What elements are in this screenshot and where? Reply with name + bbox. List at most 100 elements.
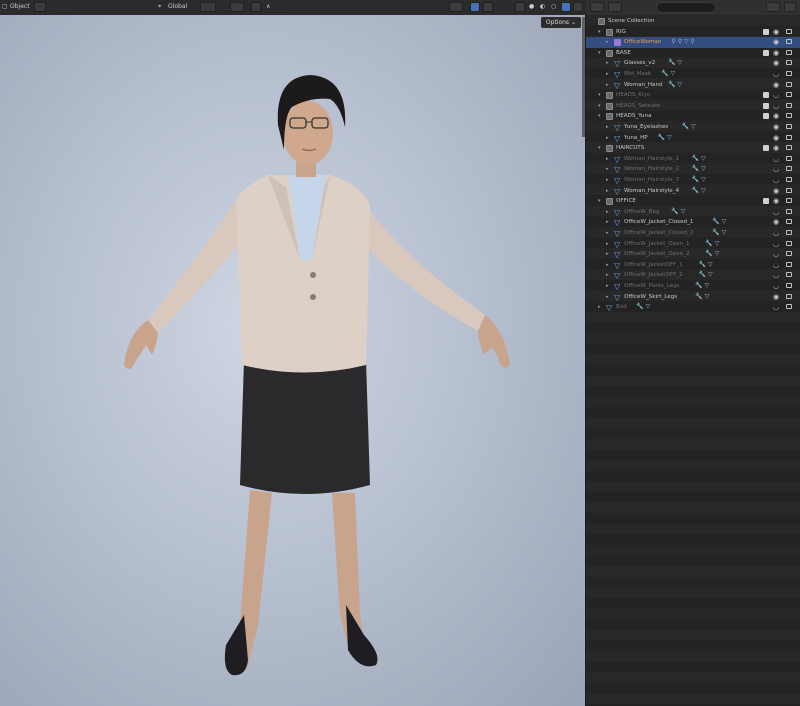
shading-rendered-button[interactable] — [561, 2, 571, 12]
eye-icon[interactable]: ◡ — [773, 69, 779, 80]
visibility-dropdown[interactable] — [449, 2, 463, 12]
camera-icon[interactable] — [786, 208, 792, 214]
eye-icon[interactable]: ◡ — [773, 239, 779, 250]
proportional-edit-icon[interactable]: ∧ — [266, 2, 270, 12]
expand-arrow-icon[interactable]: ▸ — [606, 37, 609, 48]
filter-dropdown[interactable] — [766, 2, 780, 12]
pivot-dropdown[interactable] — [200, 2, 216, 12]
outliner-row[interactable]: ▸ ▽ OfficeW_Jacket_Open_1 🔧 ▽ ◡ — [586, 239, 800, 250]
expand-arrow-icon[interactable]: ▸ — [606, 217, 609, 228]
camera-icon[interactable] — [786, 28, 792, 34]
camera-icon[interactable] — [786, 283, 792, 288]
eye-icon[interactable]: ◡ — [773, 270, 779, 281]
camera-icon[interactable] — [786, 60, 792, 66]
eye-icon[interactable]: ◉ — [773, 186, 779, 197]
snap-toggle[interactable] — [230, 2, 244, 12]
expand-arrow-icon[interactable]: ▸ — [606, 186, 609, 197]
xray-toggle[interactable] — [515, 2, 525, 12]
transform-orientation-select[interactable]: Global — [168, 2, 187, 12]
new-collection-button[interactable] — [784, 2, 796, 12]
expand-arrow-icon[interactable]: ▾ — [598, 196, 601, 207]
eye-icon[interactable]: ◉ — [773, 292, 779, 303]
outliner-row[interactable]: ▸ ▽ Woman_Hairstyle_2 🔧 ▽ ◡ — [586, 164, 800, 175]
eye-icon[interactable]: ◡ — [773, 260, 779, 271]
outliner-row[interactable]: ▾ HAIRCUTS ◉ — [586, 143, 800, 154]
eye-icon[interactable]: ◡ — [773, 175, 779, 186]
camera-icon[interactable] — [786, 261, 792, 267]
camera-icon[interactable] — [786, 134, 792, 140]
exclude-checkbox[interactable] — [763, 145, 769, 152]
eye-icon[interactable]: ◉ — [773, 37, 779, 48]
expand-arrow-icon[interactable]: ▸ — [606, 58, 609, 69]
eye-icon[interactable]: ◡ — [773, 90, 779, 101]
eye-icon[interactable]: ◡ — [773, 101, 779, 112]
expand-arrow-icon[interactable]: ▸ — [606, 270, 609, 281]
outliner-row[interactable]: ▾ BASE ◉ — [586, 48, 800, 59]
outliner-row[interactable]: ▾ HEADS_Yuna ◉ — [586, 111, 800, 122]
expand-arrow-icon[interactable]: ▸ — [606, 69, 609, 80]
outliner-row[interactable]: ▸ ▽ OfficeW_JacketOFF_2 🔧 ▽ ◡ — [586, 270, 800, 281]
eye-icon[interactable]: ◡ — [773, 249, 779, 260]
eye-icon[interactable]: ◉ — [773, 80, 779, 91]
expand-arrow-icon[interactable]: ▸ — [606, 154, 609, 165]
exclude-checkbox[interactable] — [763, 92, 769, 99]
outliner-row[interactable]: ▸ ▽ OfficeW_Bag 🔧 ▽ ◡ — [586, 207, 800, 218]
camera-icon[interactable] — [786, 251, 792, 257]
expand-arrow-icon[interactable]: ▸ — [606, 207, 609, 218]
eye-icon[interactable]: ◉ — [773, 196, 779, 207]
outliner-row[interactable]: ▾ HEADS_Kiyo ◡ — [586, 90, 800, 101]
expand-arrow-icon[interactable]: ▸ — [606, 292, 609, 303]
expand-arrow-icon[interactable]: ▸ — [606, 281, 609, 292]
camera-icon[interactable] — [786, 39, 792, 45]
eye-icon[interactable]: ◡ — [773, 154, 779, 165]
shading-options-dropdown[interactable] — [573, 2, 583, 12]
eye-icon[interactable]: ◉ — [773, 217, 779, 228]
outliner-row[interactable]: ▸ ▽ Yuna_HP 🔧 ▽ ◉ — [586, 133, 800, 144]
exclude-checkbox[interactable] — [763, 102, 769, 109]
camera-icon[interactable] — [786, 272, 792, 278]
eye-icon[interactable]: ◡ — [773, 228, 779, 239]
outliner-row[interactable]: ▸ ▽ Woman_Hand 🔧 ▽ ◉ — [586, 80, 800, 91]
camera-icon[interactable] — [786, 92, 792, 98]
expand-arrow-icon[interactable]: ▸ — [606, 122, 609, 133]
expand-arrow-icon[interactable]: ▸ — [606, 164, 609, 175]
expand-arrow-icon[interactable]: ▸ — [606, 175, 609, 186]
shading-solid-icon[interactable]: ● — [529, 2, 534, 12]
outliner-row[interactable]: ▸ OfficeWoman ⚲ ⚲ ▽ ⚲ ◉ — [586, 37, 800, 48]
outliner-row[interactable]: ▸ ▽ Woman_Hairstyle_3 🔧 ▽ ◡ — [586, 175, 800, 186]
outliner-row[interactable]: ▸ ▽ Woman_Hairstyle_4 🔧 ▽ ◉ — [586, 186, 800, 197]
overlay-toggle[interactable] — [483, 2, 493, 12]
outliner-editor-type[interactable] — [590, 2, 604, 12]
exclude-checkbox[interactable] — [763, 198, 769, 205]
outliner-row[interactable]: ▸ ▽ OfficeW_JacketOFF_1 🔧 ▽ ◡ — [586, 260, 800, 271]
expand-arrow-icon[interactable]: ▾ — [598, 111, 601, 122]
camera-icon[interactable] — [786, 124, 792, 129]
camera-icon[interactable] — [786, 304, 792, 310]
shading-material-icon[interactable]: ◐ — [540, 2, 545, 12]
outliner-row[interactable]: ▸ ▽ OfficeW_Skirt_Legs 🔧 ▽ ◉ — [586, 292, 800, 303]
eye-icon[interactable]: ◉ — [773, 133, 779, 144]
outliner-row[interactable]: ▾ OFFICE ◉ — [586, 196, 800, 207]
expand-arrow-icon[interactable]: ▾ — [598, 48, 601, 59]
outliner-row[interactable]: ▸ ▽ Glasses_v2 🔧 ▽ ◉ — [586, 58, 800, 69]
expand-arrow-icon[interactable]: ▾ — [598, 90, 601, 101]
exclude-checkbox[interactable] — [763, 113, 769, 120]
outliner-row[interactable]: ▸ ▽ Bod 🔧 ▽ ◡ — [586, 302, 800, 313]
camera-icon[interactable] — [786, 293, 792, 299]
eye-icon[interactable]: ◡ — [773, 302, 779, 313]
expand-arrow-icon[interactable]: ▸ — [606, 228, 609, 239]
eye-icon[interactable]: ◉ — [773, 48, 779, 59]
expand-arrow-icon[interactable]: ▾ — [598, 27, 601, 38]
gizmo-toggle[interactable] — [470, 2, 480, 12]
expand-arrow-icon[interactable]: ▾ — [598, 101, 601, 112]
camera-icon[interactable] — [786, 219, 792, 225]
camera-icon[interactable] — [786, 49, 792, 55]
eye-icon[interactable]: ◡ — [773, 281, 779, 292]
expand-arrow-icon[interactable]: ▸ — [606, 239, 609, 250]
camera-icon[interactable] — [786, 187, 792, 193]
outliner-row[interactable]: ▸ ▽ OfficeW_Jacket_Closed_2 🔧 ▽ ◡ — [586, 228, 800, 239]
eye-icon[interactable]: ◉ — [773, 27, 779, 38]
camera-icon[interactable] — [786, 113, 792, 119]
exclude-checkbox[interactable] — [763, 49, 769, 56]
display-mode-dropdown[interactable] — [608, 2, 622, 12]
